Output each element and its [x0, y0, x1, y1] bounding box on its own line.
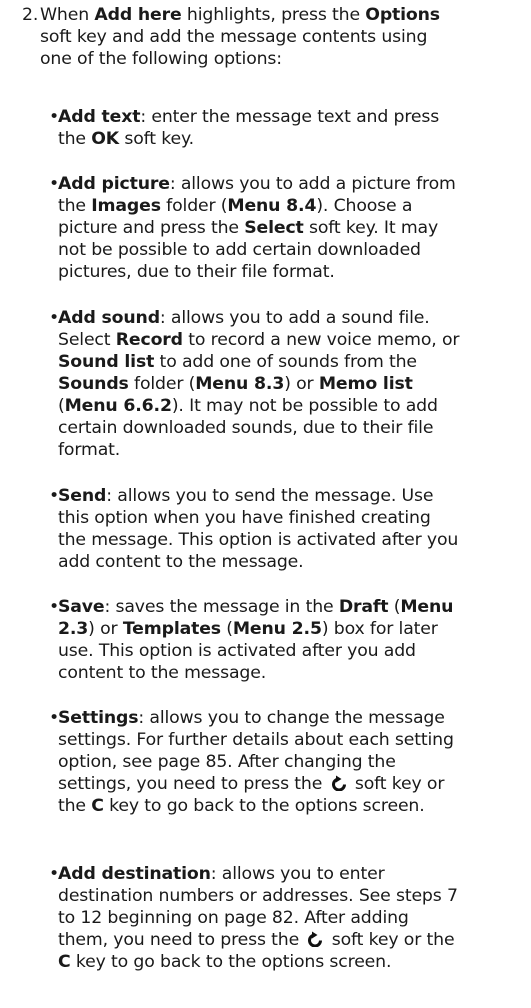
back-arrow-icon — [331, 775, 346, 791]
intro-line-1: When Add here highlights, press the Opti… — [40, 5, 440, 25]
option-add-destination: • Add destination: allows you to enter d… — [49, 864, 458, 972]
bullet: • — [49, 597, 60, 617]
option-send: • Send: allows you to send the message. … — [49, 486, 459, 572]
option-add-text: • Add text: enter the message text and p… — [49, 107, 440, 149]
bullet: • — [49, 107, 60, 127]
intro-line-2: soft key and add the message contents us… — [40, 27, 428, 47]
option-term: Add sound — [58, 308, 160, 328]
option-add-picture: • Add picture: allows you to add a pictu… — [49, 174, 456, 282]
step-number: 2. — [22, 5, 39, 25]
intro-line-3: one of the following options: — [40, 49, 282, 69]
option-save: • Save: saves the message in the Draft (… — [49, 597, 454, 683]
bullet: • — [49, 864, 60, 884]
step-intro: When Add here highlights, press the Opti… — [40, 4, 529, 70]
bullet: • — [49, 708, 60, 728]
bullet: • — [49, 174, 60, 194]
option-term: Add picture — [58, 174, 170, 194]
option-term: Send — [58, 486, 107, 506]
option-add-sound: • Add sound: allows you to add a sound f… — [49, 308, 460, 460]
option-term: Add text — [58, 107, 141, 127]
option-settings: • Settings: allows you to change the mes… — [49, 708, 454, 816]
bullet: • — [49, 486, 60, 506]
option-term: Add destination — [58, 864, 211, 884]
bullet: • — [49, 308, 60, 328]
option-term: Settings — [58, 708, 139, 728]
option-term: Save — [58, 597, 105, 617]
back-arrow-icon — [308, 931, 323, 947]
